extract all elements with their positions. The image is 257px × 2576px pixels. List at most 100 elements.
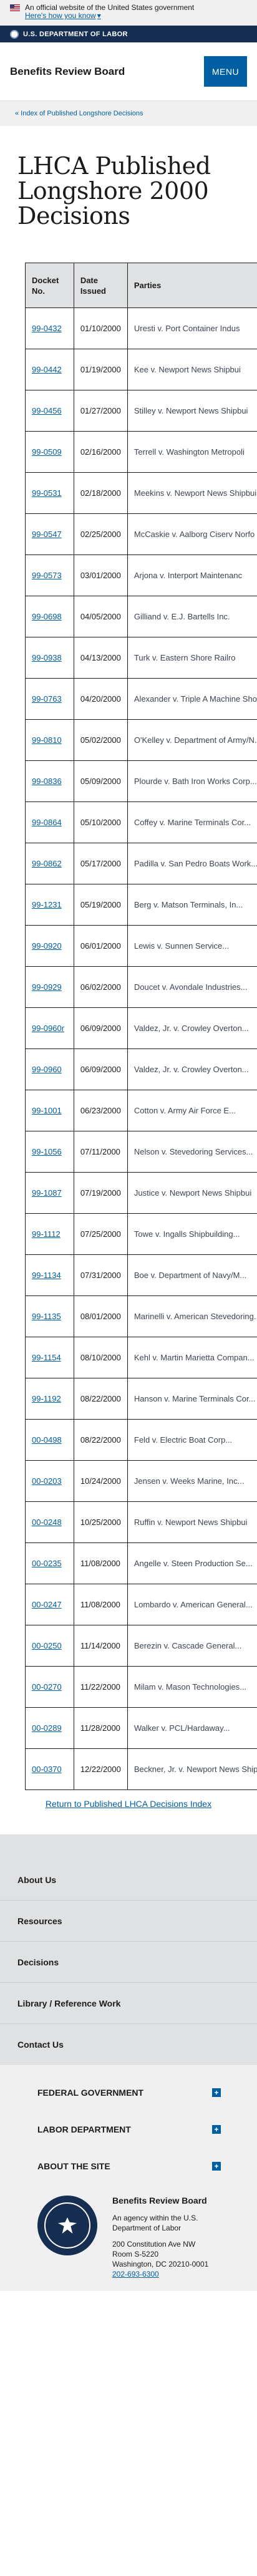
- table-row: 99-1001 06/23/2000 Cotton v. Army Air Forc…: [25, 1090, 257, 1131]
- dol-bar: U.S. DEPARTMENT OF LABOR: [0, 26, 257, 42]
- parties-cell: Stilley v. Newport News Shipbui: [127, 390, 257, 432]
- footer-nav-library[interactable]: Library / Reference Work: [0, 1983, 257, 2024]
- date-cell: 05/19/2000: [73, 884, 128, 926]
- date-cell: 11/28/2000: [73, 1707, 128, 1749]
- docket-link[interactable]: 99-0698: [32, 612, 62, 621]
- docket-link[interactable]: 99-1134: [32, 1271, 61, 1280]
- breadcrumb-link[interactable]: « Index of Published Longshore Decisions: [15, 110, 143, 117]
- docket-link[interactable]: 99-0442: [32, 365, 62, 374]
- docket-link[interactable]: 99-0810: [32, 735, 62, 745]
- docket-link[interactable]: 99-0938: [32, 653, 62, 662]
- docket-link[interactable]: 99-0920: [32, 941, 62, 951]
- site-title[interactable]: Benefits Review Board: [10, 65, 125, 78]
- parties-cell: Walker v. PCL/Hardaway...: [127, 1707, 257, 1749]
- docket-cell: 99-0698: [25, 596, 74, 637]
- docket-link[interactable]: 99-0456: [32, 406, 62, 415]
- footer-nav-contact-us[interactable]: Contact Us: [0, 2024, 257, 2065]
- table-row: 00-0370 12/22/2000 Beckner, Jr. v. Newport…: [25, 1748, 257, 1790]
- docket-cell: 99-0531: [25, 472, 74, 514]
- docket-link[interactable]: 00-0289: [32, 1723, 62, 1733]
- parties-cell: Coffey v. Marine Terminals Cor...: [127, 801, 257, 843]
- docket-link[interactable]: 00-0247: [32, 1600, 62, 1609]
- docket-cell: 99-0547: [25, 513, 74, 555]
- docket-link[interactable]: 99-1231: [32, 900, 62, 909]
- date-cell: 06/02/2000: [73, 966, 128, 1008]
- docket-link[interactable]: 99-0960: [32, 1065, 62, 1074]
- decisions-table-container[interactable]: Docket No. Date Issued Parties 99-0432 01…: [25, 263, 257, 1790]
- contact-phone-link[interactable]: 202-693-6300: [112, 2270, 159, 2278]
- docket-link[interactable]: 99-1087: [32, 1188, 62, 1198]
- docket-link[interactable]: 99-0960r: [32, 1024, 64, 1033]
- parties-cell: Doucet v. Avondale Industries...: [127, 966, 257, 1008]
- date-cell: 11/08/2000: [73, 1584, 128, 1625]
- return-to-index-link[interactable]: Return to Published LHCA Decisions Index: [46, 1799, 211, 1809]
- accordion-federal-government[interactable]: FEDERAL GOVERNMENT +: [0, 2074, 257, 2111]
- docket-link[interactable]: 99-0531: [32, 488, 62, 498]
- docket-link[interactable]: 99-0763: [32, 694, 62, 704]
- parties-cell: Cotton v. Army Air Force E...: [127, 1090, 257, 1131]
- table-row: 99-0960r 06/09/2000 Valdez, Jr. v. Crowley…: [25, 1007, 257, 1049]
- dol-label: U.S. DEPARTMENT OF LABOR: [23, 30, 128, 38]
- accordion-about-the-site[interactable]: ABOUT THE SITE +: [0, 2147, 257, 2184]
- date-cell: 04/20/2000: [73, 678, 128, 720]
- heres-how-you-know-link[interactable]: Here's how you know ▾: [25, 12, 101, 20]
- docket-link[interactable]: 99-1135: [32, 1312, 61, 1321]
- table-row: 00-0270 11/22/2000 Milam v. Mason Technolo…: [25, 1666, 257, 1708]
- parties-cell: Kehl v. Martin Marietta Compan...: [127, 1337, 257, 1378]
- parties-cell: Nelson v. Stevedoring Services...: [127, 1131, 257, 1173]
- contact-line: Department of Labor: [112, 2224, 182, 2232]
- footer-nav-resources[interactable]: Resources: [0, 1901, 257, 1942]
- docket-cell: 99-0432: [25, 307, 74, 349]
- docket-link[interactable]: 99-0862: [32, 859, 62, 868]
- table-row: 99-0938 04/13/2000 Turk v. Eastern Shore R…: [25, 637, 257, 679]
- table-row: 99-0432 01/10/2000 Uresti v. Port Containe…: [25, 307, 257, 349]
- docket-link[interactable]: 00-0203: [32, 1476, 62, 1486]
- docket-link[interactable]: 00-0498: [32, 1435, 62, 1445]
- docket-cell: 99-0573: [25, 554, 74, 596]
- parties-cell: Lombardo v. American General...: [127, 1584, 257, 1625]
- docket-link[interactable]: 99-1112: [32, 1229, 61, 1239]
- accordion-labor-department[interactable]: LABOR DEPARTMENT +: [0, 2111, 257, 2147]
- parties-cell: Boe v. Department of Navy/M...: [127, 1254, 257, 1296]
- date-cell: 11/14/2000: [73, 1625, 128, 1667]
- docket-link[interactable]: 00-0370: [32, 1765, 62, 1774]
- menu-button[interactable]: MENU: [204, 56, 247, 87]
- docket-cell: 99-1231: [25, 884, 74, 926]
- docket-cell: 00-0289: [25, 1707, 74, 1749]
- table-row: 99-1192 08/22/2000 Hanson v. Marine Termin…: [25, 1378, 257, 1420]
- docket-link[interactable]: 99-0547: [32, 530, 62, 539]
- date-cell: 02/18/2000: [73, 472, 128, 514]
- parties-cell: Towe v. Ingalls Shipbuilding...: [127, 1213, 257, 1255]
- docket-link[interactable]: 99-1001: [32, 1106, 62, 1115]
- docket-link[interactable]: 00-0270: [32, 1682, 62, 1692]
- docket-link[interactable]: 99-0432: [32, 324, 62, 333]
- footer-nav-about-us[interactable]: About Us: [0, 1859, 257, 1901]
- table-row: 99-0864 05/10/2000 Coffey v. Marine Termin…: [25, 801, 257, 843]
- docket-cell: 00-0370: [25, 1748, 74, 1790]
- docket-link[interactable]: 00-0248: [32, 1518, 62, 1527]
- footer-nav-decisions[interactable]: Decisions: [0, 1942, 257, 1983]
- docket-link[interactable]: 99-0929: [32, 982, 62, 992]
- docket-cell: 99-0442: [25, 349, 74, 390]
- docket-link[interactable]: 00-0235: [32, 1559, 62, 1568]
- docket-link[interactable]: 99-1056: [32, 1147, 62, 1156]
- docket-link[interactable]: 99-0573: [32, 571, 62, 580]
- date-cell: 08/22/2000: [73, 1419, 128, 1461]
- contact-address: Washington, DC 20210-0001: [112, 2260, 209, 2269]
- date-cell: 01/19/2000: [73, 349, 128, 390]
- docket-cell: 99-0960r: [25, 1007, 74, 1049]
- docket-link[interactable]: 00-0250: [32, 1641, 62, 1650]
- table-row: 99-1154 08/10/2000 Kehl v. Martin Marietta…: [25, 1337, 257, 1378]
- docket-link[interactable]: 99-0509: [32, 447, 62, 457]
- date-cell: 02/25/2000: [73, 513, 128, 555]
- date-cell: 11/22/2000: [73, 1666, 128, 1708]
- chevron-down-icon: ▾: [97, 11, 101, 20]
- docket-link[interactable]: 99-0836: [32, 777, 62, 786]
- date-cell: 05/10/2000: [73, 801, 128, 843]
- parties-cell: Justice v. Newport News Shipbui: [127, 1172, 257, 1214]
- docket-link[interactable]: 99-1154: [32, 1353, 61, 1362]
- docket-link[interactable]: 99-0864: [32, 818, 62, 827]
- header-date: Date Issued: [73, 263, 128, 308]
- docket-link[interactable]: 99-1192: [32, 1394, 61, 1403]
- date-cell: 06/09/2000: [73, 1007, 128, 1049]
